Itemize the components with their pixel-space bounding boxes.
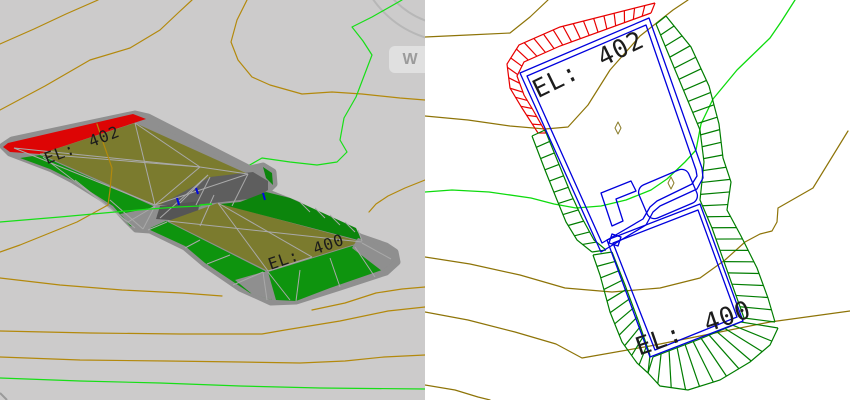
contour-line xyxy=(0,306,425,335)
survey-point-diamond xyxy=(614,121,622,135)
pad-step-tab-outline xyxy=(600,180,637,227)
cad-workspace: EL: 402 EL: 400 W EL: 402 EL: 400 xyxy=(0,0,850,400)
fill-daylight-hatch-green xyxy=(531,129,607,253)
contour-line-brown xyxy=(425,130,849,293)
contour-line xyxy=(0,277,223,297)
contour-line xyxy=(0,0,193,111)
contour-line-green xyxy=(0,377,425,390)
3d-model-canvas: EL: 402EL: 400 xyxy=(0,0,425,400)
contour-line xyxy=(0,354,425,364)
contour-line xyxy=(368,179,425,213)
ucs-corner-mark xyxy=(0,392,8,400)
contour-dash-green xyxy=(199,203,213,206)
survey-point-diamond xyxy=(667,176,675,190)
fill-daylight-hatch-green xyxy=(655,15,776,323)
plan-view-viewport[interactable]: EL: 402 EL: 400 xyxy=(425,0,850,400)
contour-line-brown xyxy=(425,384,491,400)
contour-line-green xyxy=(425,0,796,209)
contour-line xyxy=(0,0,99,45)
pad-400-elevation-label: EL: 400 xyxy=(632,295,755,362)
contour-line-brown xyxy=(425,0,549,38)
3d-model-viewport[interactable]: EL: 402 EL: 400 W xyxy=(0,0,425,400)
contour-line-green xyxy=(247,0,403,167)
viewcube-west-button[interactable]: W xyxy=(389,46,425,73)
plan-view-canvas: EL: 402EL: 400 xyxy=(425,0,850,400)
